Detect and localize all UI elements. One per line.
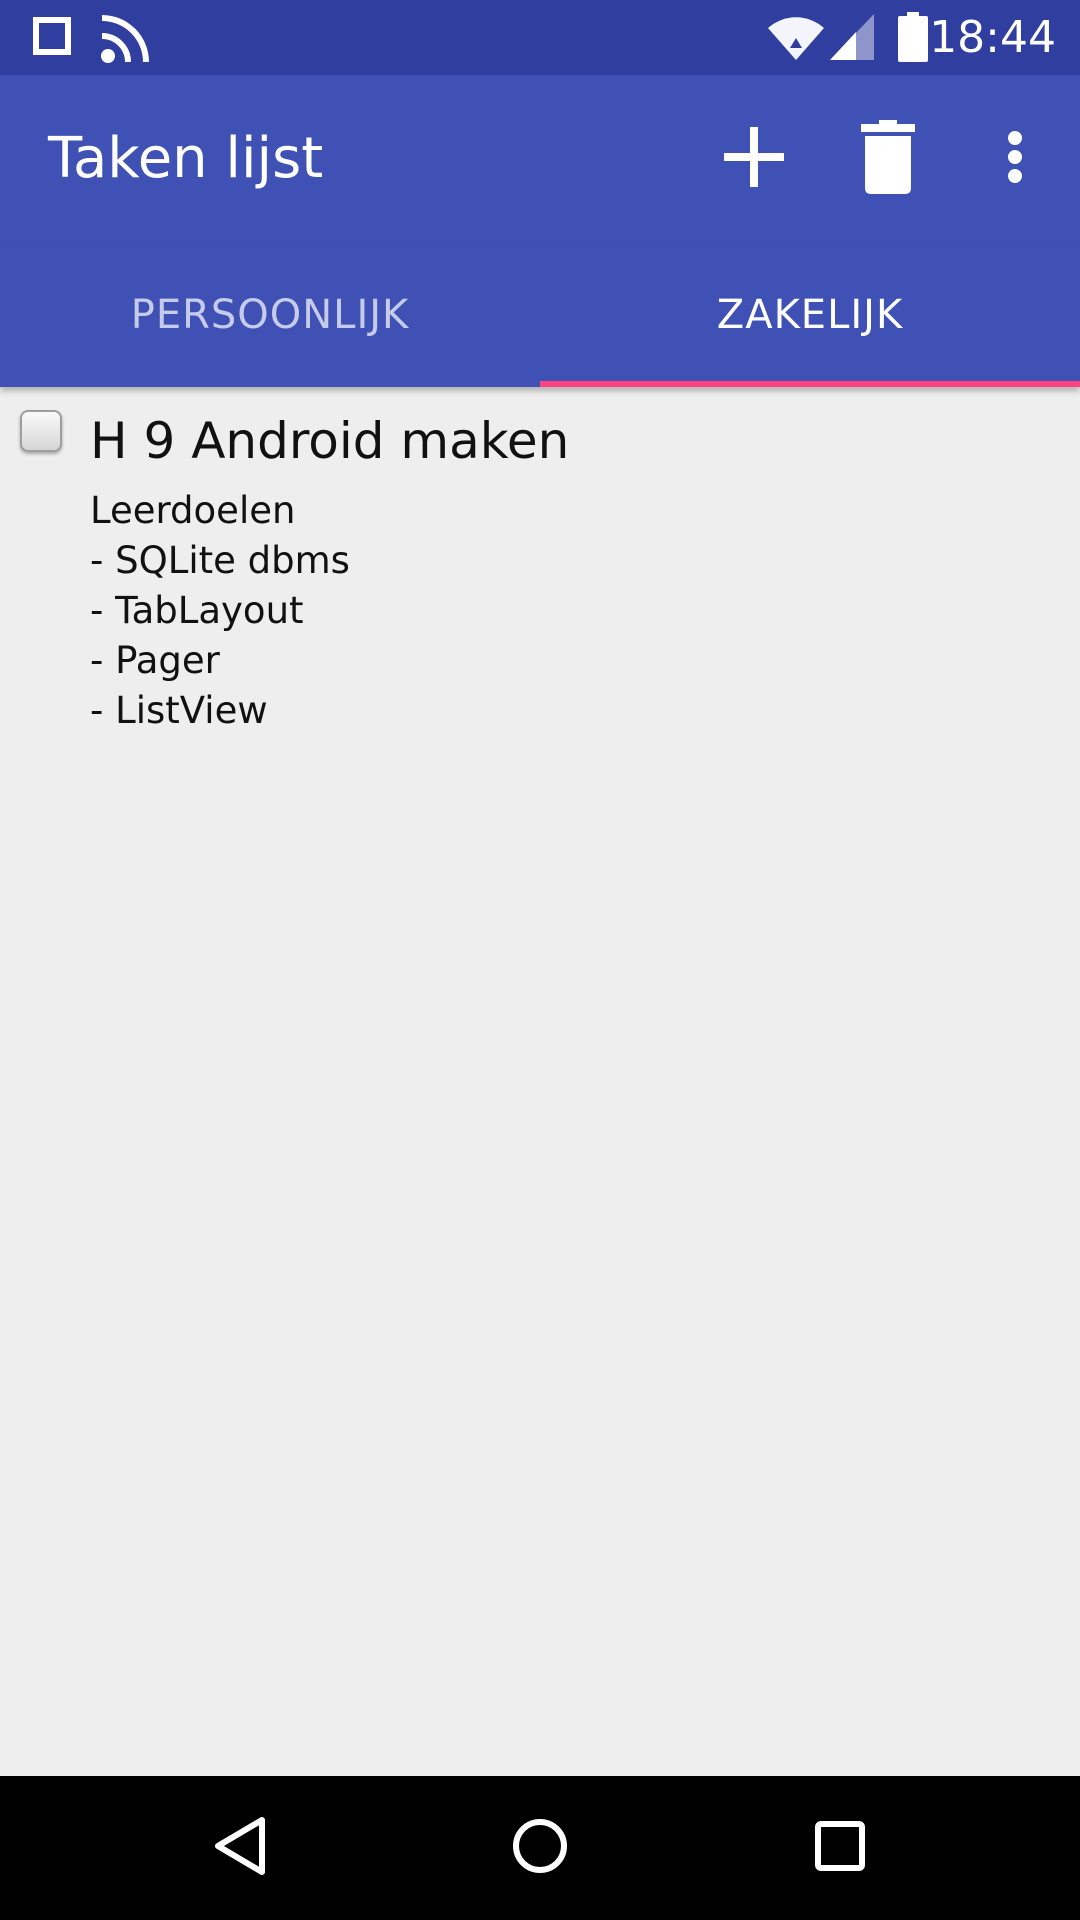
task-checkbox[interactable] [20, 410, 62, 452]
add-icon [724, 127, 784, 191]
cell-signal-icon [830, 14, 874, 64]
navigation-bar [0, 1776, 1080, 1920]
task-description-line: - SQLite dbms [90, 539, 350, 582]
task-description-line: - ListView [90, 689, 268, 732]
status-bar: 18:44 [0, 0, 1080, 75]
task-title: H 9 Android maken [90, 412, 570, 470]
task-description-line: - Pager [90, 639, 220, 682]
tab-indicator [540, 381, 1080, 387]
task-description-line: - TabLayout [90, 589, 304, 632]
delete-icon [861, 120, 915, 198]
overflow-menu-button[interactable] [985, 109, 1045, 209]
tab-label: PERSOONLIJK [130, 292, 410, 338]
square-notification-icon [32, 16, 72, 60]
home-button[interactable] [490, 1798, 590, 1898]
status-time: 18:44 [929, 12, 1056, 63]
task-description-line: Leerdoelen [90, 489, 296, 532]
app-title: Taken lijst [48, 126, 324, 191]
home-icon [512, 1818, 568, 1878]
overflow-menu-icon [1007, 131, 1023, 187]
delete-button[interactable] [838, 109, 938, 209]
recents-button[interactable] [790, 1798, 890, 1898]
cast-icon [98, 10, 154, 70]
recents-icon [814, 1820, 866, 1876]
tab-persoonlijk[interactable]: PERSOONLIJK [0, 243, 540, 387]
add-button[interactable] [704, 109, 804, 209]
battery-icon [898, 12, 928, 66]
tab-bar: PERSOONLIJK ZAKELIJK [0, 243, 1080, 387]
app-bar: Taken lijst [0, 75, 1080, 243]
task-description: Leerdoelen - SQLite dbms - TabLayout - P… [90, 486, 350, 736]
back-button[interactable] [190, 1798, 290, 1898]
tab-label: ZAKELIJK [716, 292, 904, 338]
back-icon [212, 1816, 268, 1880]
tab-zakelijk[interactable]: ZAKELIJK [540, 243, 1080, 387]
wifi-icon [766, 14, 826, 66]
